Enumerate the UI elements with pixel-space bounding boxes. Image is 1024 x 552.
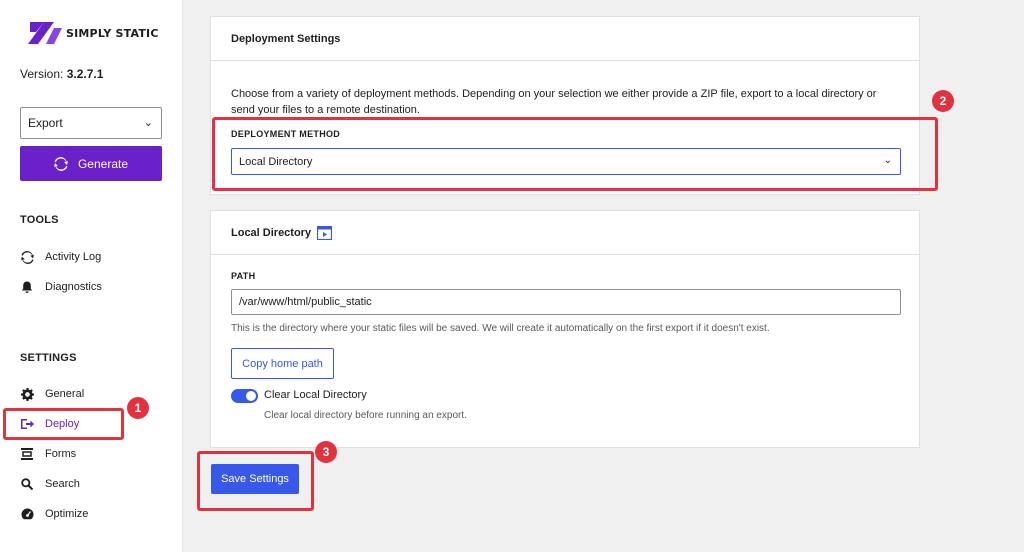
logo: SIMPLY STATIC [24,22,159,44]
copy-home-path-button[interactable]: Copy home path [231,348,334,379]
nav-label: Forms [45,448,77,460]
chevron-down-icon: ⌄ [143,117,153,129]
nav-item-diagnostics[interactable]: Diagnostics [20,277,102,297]
nav-label: Search [45,478,80,490]
nav-label: General [45,388,85,400]
forms-icon [20,447,34,461]
toggle-help-text: Clear local directory before running an … [264,410,467,421]
version-info: Version: 3.2.7.1 [20,67,103,81]
highlight-box-save [197,451,314,511]
export-select[interactable]: Export ⌄ [20,107,162,139]
refresh-icon [20,250,34,264]
toggle-label: Clear Local Directory [264,389,367,401]
path-label: PATH [231,271,256,281]
nav-item-search[interactable]: Search [20,474,80,494]
nav-item-optimize[interactable]: Optimize [20,504,88,524]
card-title: Deployment Settings [211,17,919,61]
nav-item-forms[interactable]: Forms [20,444,76,464]
nav-label: Optimize [45,508,89,520]
nav-label: Diagnostics [45,281,102,293]
nav-label: Activity Log [45,251,102,263]
annotation-badge-1: 1 [127,397,149,419]
card-title: Local Directory [231,226,312,239]
nav-item-general[interactable]: General [20,384,84,404]
simply-static-logo-icon [28,22,62,44]
version-value: 3.2.7.1 [66,67,104,81]
annotation-badge-3: 3 [315,441,337,463]
path-help-text: This is the directory where your static … [231,323,770,334]
clear-local-directory-toggle[interactable] [231,389,258,403]
video-icon[interactable] [317,225,333,240]
brand-name: SIMPLY STATIC [66,26,159,40]
refresh-icon [53,156,68,171]
gear-icon [20,387,34,401]
generate-button[interactable]: Generate [20,146,162,181]
card-title-row: Local Directory [211,211,919,255]
version-label: Version: [20,67,64,81]
path-input[interactable]: /var/www/html/public_static [231,289,901,315]
tools-title: TOOLS [20,214,59,226]
local-directory-card: Local Directory PATH /var/www/html/publi… [210,210,920,448]
search-icon [20,477,34,491]
generate-label: Generate [77,156,129,171]
export-select-value: Export [28,116,63,130]
sidebar: SIMPLY STATIC Version: 3.2.7.1 Export ⌄ … [0,0,183,552]
toggle-knob [246,391,256,401]
highlight-box-deploy [3,408,124,440]
nav-item-activity-log[interactable]: Activity Log [20,247,101,267]
highlight-box-deployment-method [212,117,938,191]
bell-icon [20,280,34,294]
annotation-badge-2: 2 [932,90,954,112]
deployment-description: Choose from a variety of deployment meth… [231,88,877,116]
gauge-icon [20,507,34,521]
settings-title: SETTINGS [20,352,77,364]
